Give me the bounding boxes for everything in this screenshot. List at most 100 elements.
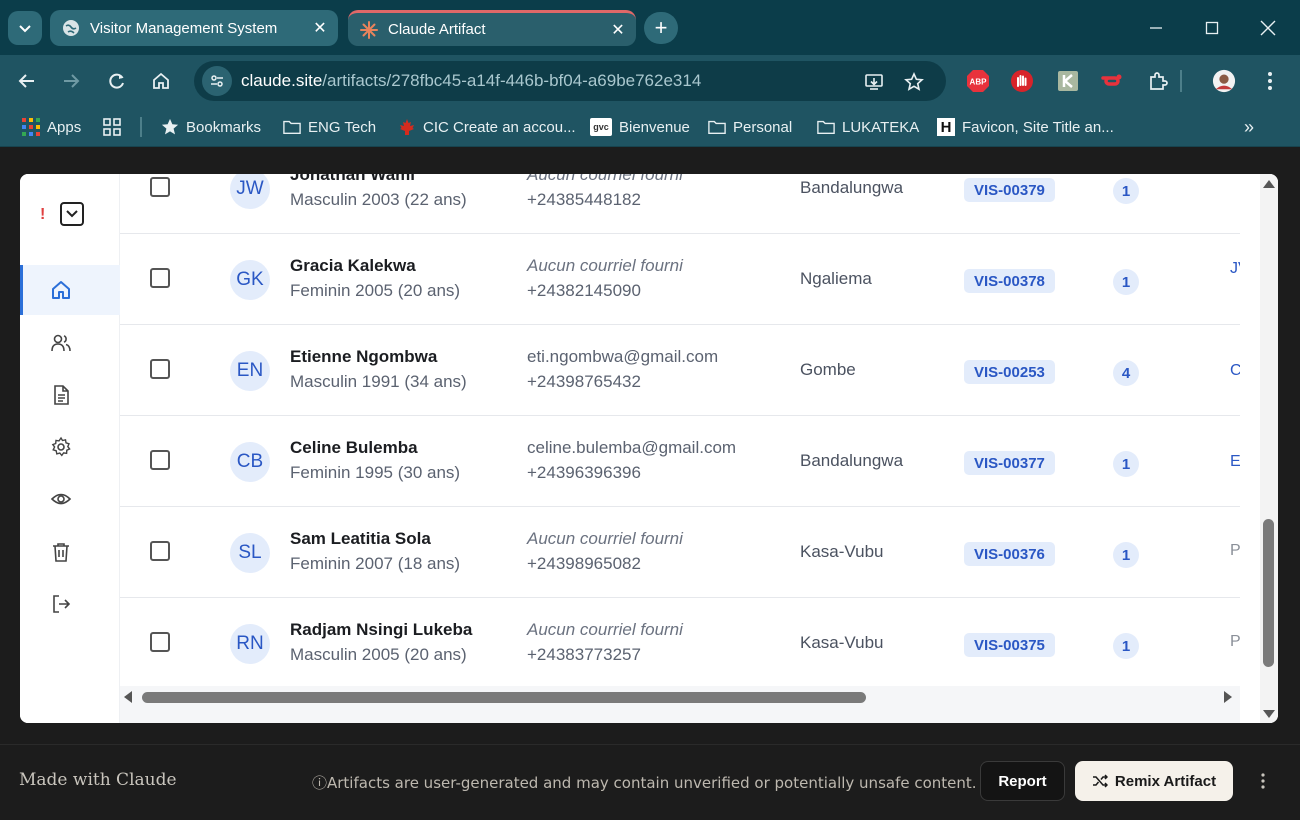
sidebar-item-home[interactable]: [20, 265, 120, 315]
table-row[interactable]: RN Radjam Nsingi Lukeba Masculin 2005 (2…: [120, 598, 1240, 686]
visitor-table: JW Jonathan Wami Masculin 2003 (22 ans) …: [120, 174, 1240, 723]
forward-arrow-icon[interactable]: [56, 66, 86, 96]
sidebar-item-settings[interactable]: [20, 422, 120, 472]
sidebar-item-trash[interactable]: [20, 527, 120, 577]
tab-search-button[interactable]: [8, 11, 42, 45]
avatar: CB: [230, 442, 270, 482]
site-settings-icon[interactable]: [202, 66, 232, 96]
sidebar-toggle-button[interactable]: [60, 202, 84, 226]
scroll-left-arrow-icon[interactable]: [124, 691, 132, 703]
visitor-extra-cell: E: [1230, 453, 1240, 470]
new-tab-button[interactable]: +: [644, 12, 678, 44]
bookmark-bookmarks[interactable]: Bookmarks: [161, 115, 261, 139]
sidebar-item-logout[interactable]: [20, 579, 120, 629]
visitor-email[interactable]: eti.ngombwa@gmail.com: [527, 347, 718, 367]
visitor-email: Aucun courriel fourni: [527, 174, 683, 184]
row-checkbox[interactable]: [150, 450, 170, 470]
row-checkbox[interactable]: [150, 177, 170, 197]
visitor-extra-cell: P: [1230, 633, 1240, 650]
bookmark-label: Personal: [733, 118, 793, 136]
avatar: GK: [230, 260, 270, 300]
address-bar[interactable]: claude.site/artifacts/278fbc45-a14f-446b…: [194, 61, 946, 101]
visitor-phone: +24396396396: [527, 463, 641, 482]
reload-icon[interactable]: [102, 66, 132, 96]
bookmark-bienvenue[interactable]: gvc Bienvenue: [590, 115, 690, 139]
table-row[interactable]: SL Sam Leatitia Sola Feminin 2007 (18 an…: [120, 507, 1240, 598]
horizontal-scroll-thumb[interactable]: [142, 692, 866, 703]
bookmark-personal[interactable]: Personal: [708, 115, 792, 139]
sidebar-item-documents[interactable]: [20, 370, 120, 420]
avatar: EN: [230, 351, 270, 391]
close-window-icon[interactable]: [1240, 0, 1296, 55]
bookmark-star-icon[interactable]: [902, 70, 926, 94]
table-row[interactable]: CB Celine Bulemba Feminin 1995 (30 ans) …: [120, 416, 1240, 507]
sidebar-item-view[interactable]: [20, 474, 120, 524]
bookmarks-bar: Apps Bookmarks ENG Tech CIC Create an ac…: [0, 107, 1300, 147]
report-button[interactable]: Report: [980, 761, 1065, 801]
bookmark-lukateka[interactable]: LUKATEKA: [817, 115, 919, 139]
bookmark-label: ENG Tech: [308, 118, 377, 136]
visitor-commune: Gombe: [800, 360, 856, 379]
visitor-email[interactable]: celine.bulemba@gmail.com: [527, 438, 736, 458]
install-app-icon[interactable]: [862, 70, 886, 94]
visitor-commune: Ngaliema: [800, 269, 872, 288]
visitor-table-body: JW Jonathan Wami Masculin 2003 (22 ans) …: [120, 174, 1240, 686]
browser-tabstrip: Visitor Management System ✕ Claude Artif…: [0, 0, 1300, 55]
app-frame: ! JW Jonathan Wami Masculin 2003 (22 ans…: [20, 174, 1278, 723]
horizontal-scrollbar[interactable]: [120, 686, 1240, 708]
row-checkbox[interactable]: [150, 632, 170, 652]
more-options-icon[interactable]: [1250, 765, 1276, 797]
close-tab-icon[interactable]: ✕: [604, 16, 632, 44]
table-row[interactable]: JW Jonathan Wami Masculin 2003 (22 ans) …: [120, 174, 1240, 234]
bookmark-eng-tech[interactable]: ENG Tech: [283, 115, 376, 139]
bookmark-apps[interactable]: Apps: [22, 115, 81, 139]
visitor-extra-cell: JV: [1230, 260, 1240, 277]
star-icon: [161, 118, 179, 136]
back-arrow-icon[interactable]: [12, 66, 42, 96]
lastpass-style-extension-icon[interactable]: [1100, 69, 1124, 93]
stop-hand-extension-icon[interactable]: [1010, 69, 1034, 93]
bookmark-favicon[interactable]: H Favicon, Site Title an...: [937, 115, 1114, 139]
avatar: JW: [230, 174, 270, 209]
tab-claude-artifact[interactable]: Claude Artifact ✕: [348, 10, 636, 46]
maximize-window-icon[interactable]: [1184, 0, 1240, 55]
bookmarks-overflow-icon[interactable]: »: [1244, 115, 1254, 139]
table-row[interactable]: GK Gracia Kalekwa Feminin 2005 (20 ans) …: [120, 234, 1240, 325]
row-checkbox[interactable]: [150, 268, 170, 288]
remix-artifact-label: Remix Artifact: [1114, 772, 1217, 790]
table-row[interactable]: EN Etienne Ngombwa Masculin 1991 (34 ans…: [120, 325, 1240, 416]
close-tab-icon[interactable]: ✕: [306, 14, 334, 42]
row-checkbox[interactable]: [150, 359, 170, 379]
minimize-window-icon[interactable]: [1128, 0, 1184, 55]
bookmark-cic[interactable]: CIC Create an accou...: [398, 115, 576, 139]
scroll-up-arrow-icon[interactable]: [1263, 180, 1275, 188]
visit-count-badge: 1: [1113, 451, 1139, 477]
scroll-down-arrow-icon[interactable]: [1263, 710, 1275, 718]
chevron-down-icon: [66, 210, 78, 218]
scroll-right-arrow-icon[interactable]: [1224, 691, 1232, 703]
tab-groups-icon[interactable]: [102, 115, 122, 139]
eye-icon: [50, 493, 72, 505]
adblock-plus-icon[interactable]: ABP: [966, 69, 990, 93]
avatar: RN: [230, 624, 270, 664]
shuffle-icon: [1092, 774, 1108, 788]
visitor-id-badge: VIS-00379: [964, 178, 1055, 202]
sidebar-item-users[interactable]: [20, 318, 120, 368]
visitor-id-badge: VIS-00253: [964, 360, 1055, 384]
visitor-gender-birth: Feminin 2007 (18 ans): [290, 554, 461, 573]
visitor-phone: +24398965082: [527, 554, 641, 573]
vertical-scroll-thumb[interactable]: [1263, 519, 1274, 667]
vertical-scrollbar[interactable]: [1260, 174, 1278, 723]
home-icon[interactable]: [146, 66, 176, 96]
toolbar-divider: [1180, 70, 1182, 92]
row-checkbox[interactable]: [150, 541, 170, 561]
profile-avatar[interactable]: [1212, 69, 1236, 93]
bookmark-label: Apps: [47, 118, 82, 136]
browser-menu-icon[interactable]: [1258, 69, 1282, 93]
extensions-puzzle-icon[interactable]: [1146, 69, 1170, 93]
tab-title: Visitor Management System: [90, 19, 278, 37]
remix-artifact-button[interactable]: Remix Artifact: [1075, 761, 1233, 801]
k-extension-icon[interactable]: [1056, 69, 1080, 93]
visitor-email: Aucun courriel fourni: [527, 620, 683, 639]
tab-visitor-management[interactable]: Visitor Management System ✕: [50, 10, 338, 46]
